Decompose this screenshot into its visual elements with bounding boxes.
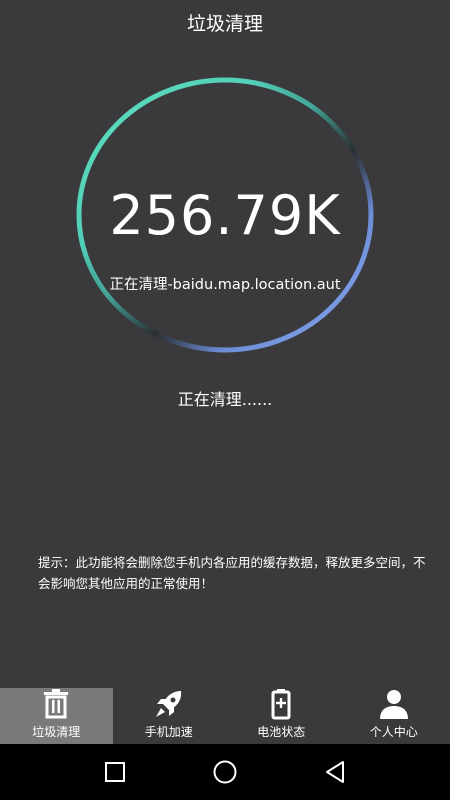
title-bar: 垃圾清理	[0, 0, 450, 44]
square-icon	[105, 762, 125, 782]
trash-icon	[44, 689, 69, 719]
battery-icon	[271, 689, 291, 720]
circle-icon	[213, 760, 237, 784]
bottom-tab-bar: 垃圾清理 手机加速 电池状态 个人中心	[0, 688, 450, 744]
junk-clean-screen: 垃圾清理 256.79K 正在清理-baidu.map.location.aut…	[0, 0, 450, 800]
tab-battery-status[interactable]: 电池状态	[225, 688, 338, 744]
tab-label-phone-boost: 手机加速	[144, 725, 193, 739]
tab-label-battery-status: 电池状态	[257, 725, 306, 739]
cleaning-status: 正在清理......	[177, 390, 273, 409]
rocket-icon	[155, 691, 181, 717]
tab-label-personal-center: 个人中心	[369, 725, 418, 739]
tab-phone-boost[interactable]: 手机加速	[113, 688, 226, 744]
person-icon	[379, 690, 408, 719]
current-file-label: 正在清理-baidu.map.location.aut	[109, 277, 341, 293]
tab-personal-center[interactable]: 个人中心	[338, 688, 450, 744]
junk-size-value: 256.79K	[109, 184, 341, 247]
tab-label-junk-clean: 垃圾清理	[32, 725, 81, 739]
page-title: 垃圾清理	[186, 12, 263, 35]
system-nav-bar	[0, 744, 450, 800]
back-button[interactable]	[315, 752, 355, 792]
hint-text: 提示：此功能将会删除您手机内各应用的缓存数据，释放更多空间，不会影响您其他应用的…	[38, 555, 426, 591]
recent-apps-button[interactable]	[95, 752, 135, 792]
triangle-back-icon	[326, 761, 344, 783]
home-button[interactable]	[205, 752, 245, 792]
tab-junk-clean[interactable]: 垃圾清理	[0, 688, 113, 744]
